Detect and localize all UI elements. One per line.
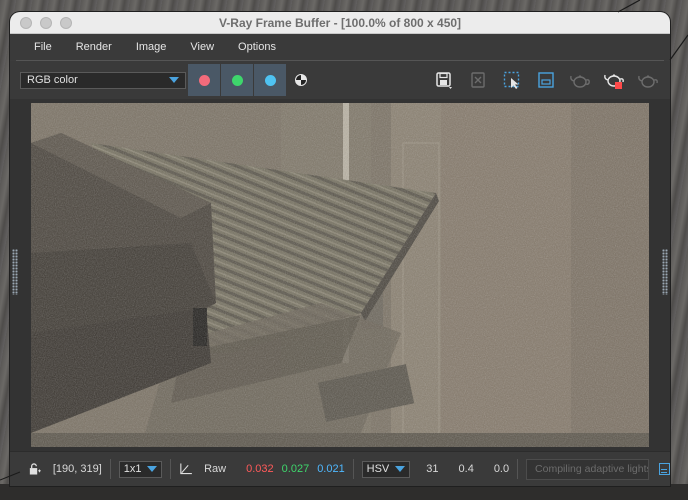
- desktop-lines: [0, 0, 688, 481]
